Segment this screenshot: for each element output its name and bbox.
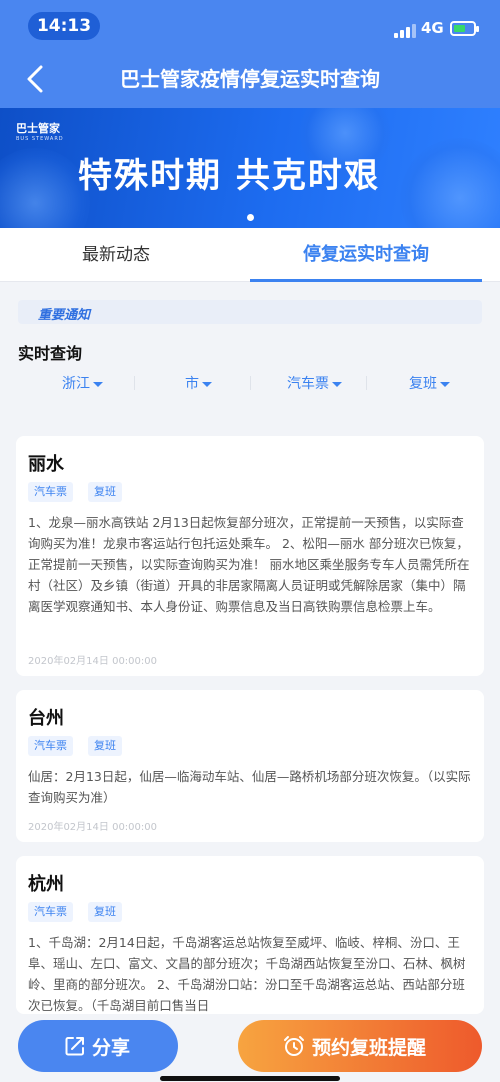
tab-realtime-query[interactable]: 停复运实时查询	[250, 228, 482, 282]
card-description: 1、龙泉—丽水高铁站 2月13日起恢复部分班次，正常提前一天预售，以实际查询购买…	[28, 515, 470, 614]
status-tag: 复班	[88, 482, 122, 502]
tab-bar: 最新动态 停复运实时查询	[0, 228, 500, 282]
banner-slogan: 特殊时期 共克时艰	[78, 156, 380, 196]
network-label: 4G	[421, 19, 444, 37]
card-description: 仙居：2月13日起，仙居—临海动车站、仙居—路桥机场部分班次恢复。（以实际查询购…	[28, 769, 471, 805]
carousel-dot[interactable]	[246, 214, 254, 221]
province-filter[interactable]: 浙江	[62, 373, 103, 393]
status-filter[interactable]: 复班	[409, 373, 450, 393]
route-card[interactable]: 丽水 汽车票 复班 1、龙泉—丽水高铁站 2月13日起恢复部分班次，正常提前一天…	[16, 436, 484, 676]
caret-down-icon	[332, 381, 342, 387]
card-city: 杭州	[28, 874, 64, 895]
signal-icon	[394, 22, 416, 38]
card-city: 台州	[28, 708, 64, 729]
province-filter-label: 浙江	[62, 376, 90, 392]
brand-logo: 巴士管家 BUS STEWARD	[16, 120, 64, 142]
status-bar: 14:13 4G	[0, 0, 500, 50]
ticket-type-filter[interactable]: 汽车票	[287, 373, 342, 393]
brand-logo-subtext: BUS STEWARD	[16, 136, 64, 142]
card-date: 2020年02月14日 00:00:00	[28, 822, 157, 833]
home-indicator	[160, 1076, 340, 1081]
card-description: 1、千岛湖：2月14日起，千岛湖客运总站恢复至威坪、临岐、梓桐、汾口、王阜、瑶山…	[28, 935, 466, 1013]
card-city: 丽水	[28, 454, 64, 475]
caret-down-icon	[202, 381, 212, 387]
page-title: 巴士管家疫情停复运实时查询	[120, 67, 380, 91]
card-date: 2020年02月14日 00:00:00	[28, 656, 157, 667]
nav-bar: 巴士管家疫情停复运实时查询	[0, 50, 500, 108]
filter-divider	[366, 376, 367, 390]
caret-down-icon	[93, 381, 103, 387]
query-section-title: 实时查询	[18, 344, 83, 363]
filter-divider	[250, 376, 251, 390]
filter-divider	[134, 376, 135, 390]
share-icon	[65, 1037, 84, 1056]
ticket-type-tag: 汽车票	[28, 736, 73, 756]
ticket-type-tag: 汽车票	[28, 482, 73, 502]
carousel-dots	[0, 206, 500, 225]
ticket-type-tag: 汽车票	[28, 902, 73, 922]
alarm-clock-icon	[284, 1036, 304, 1056]
brand-logo-text: 巴士管家	[16, 122, 60, 135]
remind-label: 预约复班提醒	[312, 1037, 427, 1059]
caret-down-icon	[440, 381, 450, 387]
city-filter[interactable]: 市	[185, 373, 212, 393]
status-tag: 复班	[88, 736, 122, 756]
status-time: 14:13	[28, 12, 100, 40]
banner-carousel[interactable]: 巴士管家 BUS STEWARD 特殊时期 共克时艰	[0, 108, 500, 228]
battery-icon	[450, 21, 479, 36]
status-tag: 复班	[88, 902, 122, 922]
notice-label: 重要通知	[38, 308, 91, 323]
status-filter-label: 复班	[409, 376, 437, 392]
route-card[interactable]: 杭州 汽车票 复班 1、千岛湖：2月14日起，千岛湖客运总站恢复至威坪、临岐、梓…	[16, 856, 484, 1014]
tab-latest-news[interactable]: 最新动态	[0, 228, 232, 282]
route-card[interactable]: 台州 汽车票 复班 仙居：2月13日起，仙居—临海动车站、仙居—路桥机场部分班次…	[16, 690, 484, 842]
city-filter-label: 市	[185, 376, 199, 392]
active-tab-indicator	[250, 279, 482, 282]
bottom-action-bar: 分享 预约复班提醒	[0, 1014, 500, 1082]
reserve-resume-reminder-button[interactable]: 预约复班提醒	[238, 1020, 482, 1072]
share-button[interactable]: 分享	[18, 1020, 178, 1072]
share-label: 分享	[92, 1037, 131, 1059]
ticket-type-filter-label: 汽车票	[287, 376, 329, 392]
top-header: 14:13 4G 巴士管家疫情停复运实时查询	[0, 0, 500, 108]
important-notice-bar[interactable]: 重要通知	[18, 300, 482, 324]
